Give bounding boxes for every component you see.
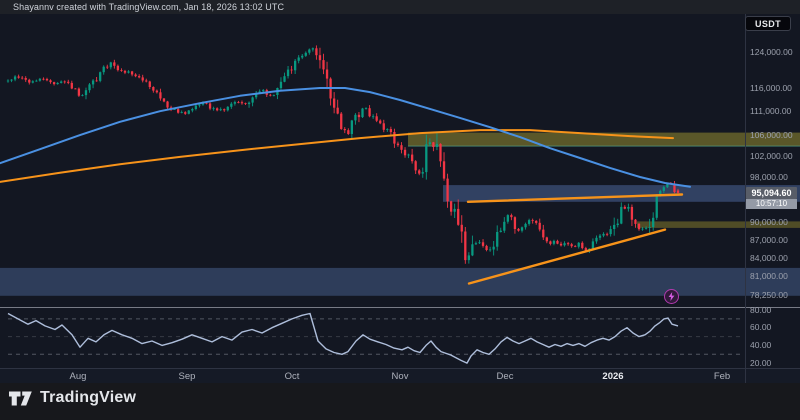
time-axis-label: Sep xyxy=(179,371,196,382)
currency-toggle-button[interactable]: USDT xyxy=(745,16,791,31)
tradingview-chart-window: Shayannv created with TradingView.com, J… xyxy=(0,0,800,420)
chart-plot-area[interactable] xyxy=(0,14,800,368)
price-axis-label: 124,000.00 xyxy=(750,47,793,57)
attribution-bar: Shayannv created with TradingView.com, J… xyxy=(0,0,800,14)
last-price-tag: 95,094.60 10:57:10 xyxy=(746,187,797,209)
time-axis-label: Nov xyxy=(392,371,409,382)
price-axis-label: 90,000.00 xyxy=(750,217,788,227)
rsi-axis-label: 80.00 xyxy=(750,305,771,315)
candle-countdown: 10:57:10 xyxy=(746,199,797,209)
tradingview-logo-icon xyxy=(9,390,33,407)
tradingview-logo-text: TradingView xyxy=(40,389,136,407)
attribution-text: Shayannv created with TradingView.com, J… xyxy=(13,2,284,12)
price-axis-label: 87,000.00 xyxy=(750,235,788,245)
rsi-axis-label: 20.00 xyxy=(750,358,771,368)
price-axis-label: 78,250.00 xyxy=(750,290,788,300)
time-axis-label: Oct xyxy=(285,371,300,382)
price-axis-label: 84,000.00 xyxy=(750,253,788,263)
price-axis-label: 81,000.00 xyxy=(750,271,788,281)
price-axis-label: 106,000.00 xyxy=(750,130,793,140)
time-axis-label: Feb xyxy=(714,371,730,382)
time-axis-label: Aug xyxy=(70,371,87,382)
rsi-axis-label: 40.00 xyxy=(750,340,771,350)
tradingview-watermark: TradingView xyxy=(9,389,136,407)
price-axis-label: 102,000.00 xyxy=(750,151,793,161)
last-price-value: 95,094.60 xyxy=(746,187,797,199)
price-axis-label: 98,000.00 xyxy=(750,172,788,182)
rsi-axis-label: 60.00 xyxy=(750,322,771,332)
price-axis-label: 116,000.00 xyxy=(750,83,792,93)
price-axis-label: 111,000.00 xyxy=(750,106,791,116)
time-axis-label: Dec xyxy=(497,371,514,382)
time-axis-label: 2026 xyxy=(602,371,623,382)
lightning-bolt-icon[interactable] xyxy=(664,289,679,304)
